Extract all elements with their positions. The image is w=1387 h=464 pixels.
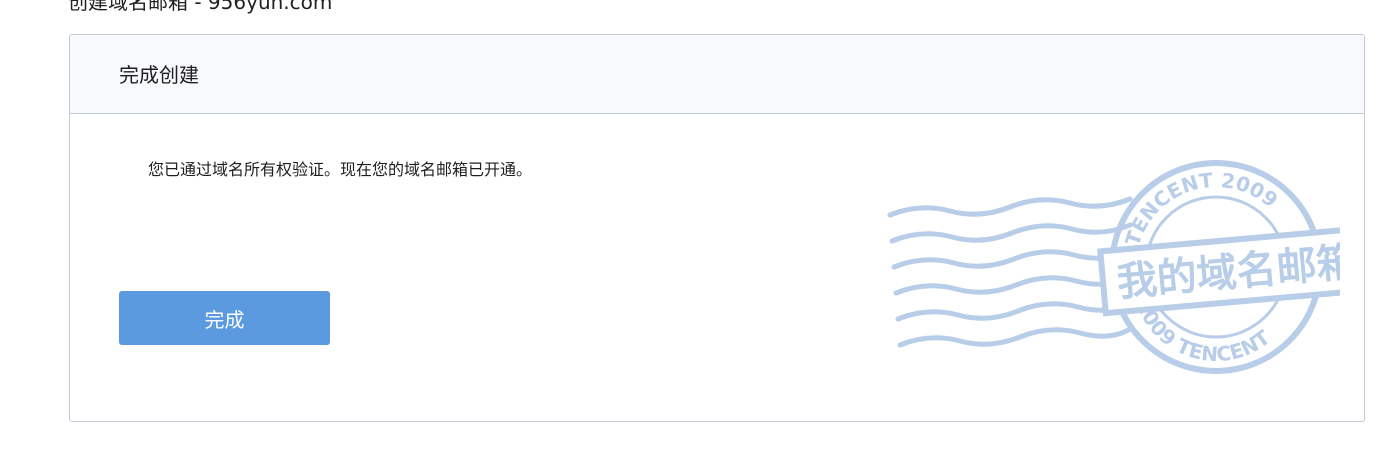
- postmark-wave-lines: [887, 196, 1133, 348]
- success-message: 您已通过域名所有权验证。现在您的域名邮箱已开通。: [148, 160, 533, 179]
- panel-header-title: 完成创建: [119, 63, 199, 87]
- page-title: 创建域名邮箱 - 956yun.com: [68, 0, 333, 14]
- postmark-stamp-graphic: TENCENT 2009 2009 TENCENT 我的域名邮箱: [887, 160, 1340, 374]
- panel-header: 完成创建: [70, 35, 1364, 114]
- completion-panel: 完成创建 您已通过域名所有权验证。现在您的域名邮箱已开通。 完成 TENCENT…: [69, 34, 1365, 422]
- done-button[interactable]: 完成: [119, 291, 330, 345]
